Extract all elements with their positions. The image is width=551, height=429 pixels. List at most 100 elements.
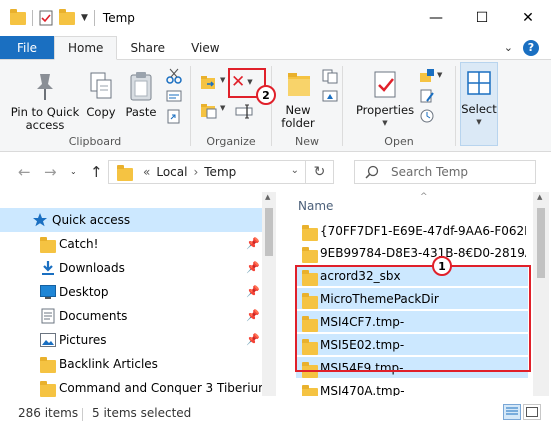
file-row[interactable]: {70FF7DF1-E69E-47df-9AA6-F062FADD6	[296, 220, 528, 242]
pin-icon[interactable]: 📌	[246, 309, 260, 322]
status-divider	[82, 408, 83, 421]
scrollbar-thumb[interactable]	[537, 208, 545, 278]
properties-button[interactable]: Properties ▼	[355, 68, 415, 130]
file-row[interactable]: 9EB99784-D8E3-431B-8€D0-2819A14680	[296, 242, 528, 264]
address-bar[interactable]: « Local › Temp ⌄	[108, 160, 306, 184]
nav-item-desktop[interactable]: Desktop 📌	[0, 280, 262, 304]
nav-item-command-and-conquer[interactable]: Command and Conquer 3 Tiberium W	[0, 376, 263, 400]
file-row[interactable]: MSI470A.tmp-	[296, 380, 528, 396]
select-label: Select	[461, 102, 497, 116]
scroll-up-icon[interactable]: ▲	[537, 193, 542, 201]
properties-icon[interactable]	[39, 10, 53, 26]
tab-view[interactable]: View	[178, 36, 232, 59]
chevron-down-icon[interactable]: ⌄	[291, 165, 299, 176]
navigation-pane: Quick access Catch! 📌 Downloads 📌 Deskto…	[0, 192, 276, 397]
details-view-button[interactable]	[503, 404, 521, 420]
pin-icon[interactable]: 📌	[246, 261, 260, 274]
select-button[interactable]: Select ▼	[460, 62, 498, 146]
move-to-icon[interactable]	[199, 72, 219, 92]
pin-icon[interactable]: 📌	[246, 237, 260, 250]
chevron-down-icon: ▼	[382, 119, 388, 127]
ribbon-tabs: File Home Share View ⌄ ?	[0, 36, 551, 60]
breadcrumb-overflow[interactable]: «	[143, 165, 150, 179]
nav-item-documents[interactable]: Documents 📌	[0, 304, 262, 328]
paste-button[interactable]: Paste	[124, 70, 158, 119]
scroll-up-icon[interactable]: ▲	[265, 193, 270, 201]
search-icon	[365, 165, 379, 179]
close-button[interactable]: ✕	[505, 0, 551, 36]
refresh-button[interactable]: ↻	[306, 160, 334, 184]
open-icon[interactable]	[419, 68, 435, 84]
new-item-icon[interactable]	[322, 68, 338, 84]
copy-icon	[90, 72, 112, 99]
tab-share[interactable]: Share	[117, 36, 178, 59]
pin-icon[interactable]: 📌	[246, 333, 260, 346]
chevron-down-icon: ▼	[476, 118, 482, 126]
new-folder-button[interactable]: New folder	[278, 68, 318, 130]
recent-locations-icon[interactable]: ⌄	[70, 167, 77, 176]
breadcrumb-temp[interactable]: Temp	[204, 165, 236, 179]
paste-shortcut-icon[interactable]	[166, 108, 182, 124]
back-arrow-icon[interactable]: ←	[18, 163, 31, 181]
view-toggle	[503, 404, 541, 420]
nav-item-label: Documents	[59, 309, 128, 323]
search-box[interactable]: Search Temp	[354, 160, 536, 184]
chevron-down-icon[interactable]: ▼	[220, 76, 225, 84]
breadcrumb-local[interactable]: Local	[156, 165, 187, 179]
column-header-name[interactable]: Name	[298, 199, 333, 213]
nav-pane-scrollbar[interactable]: ▲	[262, 192, 276, 396]
new-folder-label-line2: folder	[281, 116, 315, 130]
new-group-label: New	[295, 135, 319, 148]
edit-icon[interactable]	[419, 88, 435, 104]
clipboard-group-label: Clipboard	[68, 135, 122, 148]
history-icon[interactable]	[419, 108, 435, 124]
paste-label: Paste	[125, 105, 157, 119]
file-list-scrollbar[interactable]: ▲	[533, 192, 549, 396]
copy-path-icon[interactable]	[166, 88, 182, 104]
chevron-down-icon[interactable]: ▼	[220, 104, 225, 112]
folder-icon	[302, 385, 318, 396]
nav-item-quick-access[interactable]: Quick access	[0, 208, 262, 232]
copy-to-icon[interactable]	[199, 100, 219, 120]
new-folder-icon[interactable]	[59, 8, 75, 25]
forward-arrow-icon[interactable]: →	[44, 163, 57, 181]
maximize-button[interactable]: ☐	[459, 0, 505, 36]
copy-button[interactable]: Copy	[84, 70, 118, 119]
chevron-down-icon[interactable]: ▼	[437, 71, 442, 79]
pin-icon[interactable]: 📌	[246, 285, 260, 298]
tab-file[interactable]: File	[0, 36, 54, 59]
nav-item-backlink-articles[interactable]: Backlink Articles	[0, 352, 262, 376]
nav-item-pictures[interactable]: Pictures 📌	[0, 328, 262, 352]
minimize-button[interactable]: —	[413, 0, 459, 36]
rename-icon[interactable]	[235, 102, 253, 120]
breadcrumb-separator[interactable]: ›	[193, 165, 198, 179]
nav-item-downloads[interactable]: Downloads 📌	[0, 256, 262, 280]
customize-toolbar-icon[interactable]: ▼	[81, 13, 88, 23]
pictures-icon	[40, 333, 56, 350]
up-arrow-icon[interactable]: ↑	[90, 163, 103, 181]
tab-home[interactable]: Home	[54, 36, 118, 60]
folder-icon	[40, 357, 56, 373]
open-group: Properties ▼ ▼ Open	[343, 60, 455, 152]
file-name: 9EB99784-D8E3-431B-8€D0-2819A14680	[320, 246, 526, 260]
select-grid-icon	[467, 71, 491, 95]
nav-item-catch[interactable]: Catch! 📌	[0, 232, 262, 256]
annotation-box-selection	[295, 265, 531, 372]
properties-label: Properties	[355, 103, 415, 117]
cut-icon[interactable]	[166, 68, 182, 84]
pin-icon	[37, 74, 53, 100]
window-controls: — ☐ ✕	[413, 0, 551, 36]
scrollbar-thumb[interactable]	[265, 208, 273, 256]
large-icons-view-button[interactable]	[523, 404, 541, 420]
pin-to-quick-access-button[interactable]: Pin to Quick access	[10, 70, 80, 132]
easy-access-icon[interactable]	[322, 88, 338, 104]
chevron-down-icon[interactable]: ⌄	[504, 41, 513, 54]
pin-label-line2: access	[25, 118, 65, 132]
folder-icon	[40, 237, 56, 253]
nav-item-label: Pictures	[59, 333, 107, 347]
paste-icon	[130, 72, 152, 101]
annotation-badge-2: 2	[256, 85, 276, 105]
download-icon	[40, 260, 56, 279]
search-input[interactable]: Search Temp	[391, 165, 468, 179]
help-icon[interactable]: ?	[523, 39, 539, 56]
